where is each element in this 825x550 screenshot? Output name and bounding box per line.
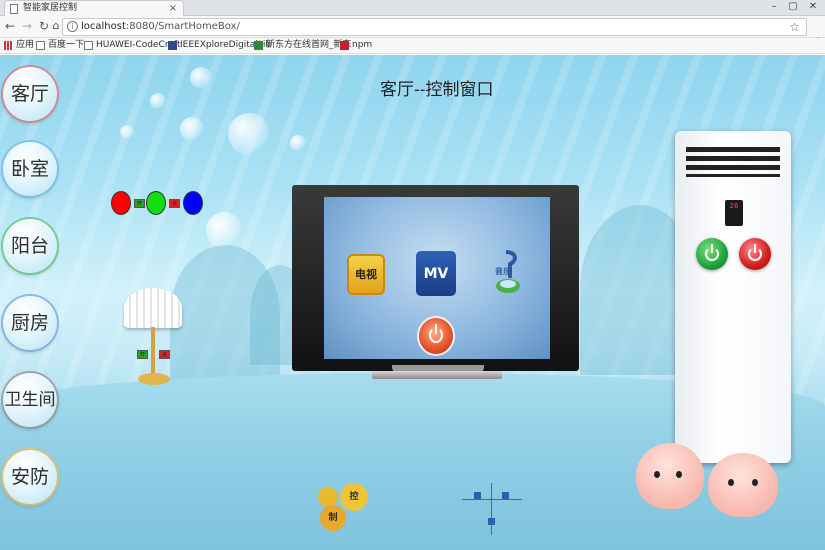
address-bar: ← → ↻ ⌂ i localhost:8080/SmartHomeBox/ ☆… — [0, 16, 825, 49]
url-host: localhost — [81, 21, 126, 32]
ac-vent — [686, 165, 780, 170]
info-icon[interactable]: i — [67, 21, 78, 32]
url-path: :8080/SmartHomeBox/ — [125, 21, 240, 32]
close-tab-icon[interactable]: × — [169, 1, 177, 16]
browser-tab[interactable]: 智能家居控制 × — [4, 0, 184, 16]
room-button-bedroom[interactable]: 卧室 — [3, 142, 57, 196]
npm-icon — [340, 41, 349, 50]
home-icon[interactable]: ⌂ — [49, 19, 63, 33]
back-icon[interactable]: ← — [3, 19, 17, 33]
document-icon — [10, 4, 18, 14]
green-light — [146, 191, 166, 215]
close-window-icon[interactable]: ✕ — [804, 0, 822, 14]
red-light — [111, 191, 131, 215]
bubble — [150, 93, 166, 109]
maximize-icon[interactable]: ▢ — [784, 0, 802, 14]
browser-tab-strip: 智能家居控制 × – ▢ ✕ — [0, 0, 825, 16]
gear-manage-button[interactable]: 制 — [320, 505, 346, 531]
bubble — [290, 135, 306, 151]
bubble — [190, 67, 212, 89]
ac-vent — [686, 156, 780, 161]
bookmark-apps[interactable]: 应用 — [4, 38, 34, 53]
tv-power-button[interactable] — [419, 318, 453, 354]
octopus-mascot — [708, 453, 778, 517]
mv-app-icon[interactable]: MV — [416, 251, 456, 296]
gear-control-button[interactable]: 控 — [340, 483, 368, 511]
ac-display: 26 — [725, 200, 743, 226]
room-button-bathroom[interactable]: 卫生间 — [3, 373, 57, 427]
bookmark-baidu[interactable]: 百度一下 — [36, 38, 84, 53]
ac-vent — [686, 174, 780, 177]
apps-grid-icon — [4, 41, 13, 50]
tab-title: 智能家居控制 — [23, 3, 78, 13]
document-icon — [84, 41, 93, 50]
dir-right-button[interactable] — [502, 492, 509, 499]
blue-light — [183, 191, 203, 215]
air-conditioner — [675, 131, 791, 463]
ieee-icon — [168, 41, 177, 50]
room-button-security[interactable]: 安防 — [3, 450, 57, 504]
page-title: 客厅--控制窗口 — [380, 80, 494, 100]
dir-down-button[interactable] — [488, 518, 495, 525]
lamp-off-button[interactable]: 关 — [159, 350, 170, 359]
octopus-mascot — [636, 443, 704, 509]
bookmark-npm[interactable]: npm — [340, 38, 372, 53]
minimize-icon[interactable]: – — [765, 0, 783, 14]
xdf-icon — [254, 41, 263, 50]
bubble — [206, 212, 242, 248]
bubble — [120, 125, 134, 139]
music-app-icon[interactable]: 音乐 — [492, 248, 524, 296]
light-off-button[interactable]: 关 — [169, 199, 180, 208]
lamp-shade — [124, 288, 182, 328]
url-input[interactable]: i localhost:8080/SmartHomeBox/ ☆ — [62, 18, 807, 36]
ac-on-button[interactable] — [696, 238, 728, 270]
direction-pad — [462, 483, 522, 539]
room-button-balcony[interactable]: 阳台 — [3, 219, 57, 273]
smart-home-scene: 客厅 卧室 阳台 厨房 卫生间 安防 客厅--控制窗口 开 关 开 关 电视 M… — [0, 55, 825, 550]
tv-app-icon[interactable]: 电视 — [347, 254, 385, 295]
bubble — [180, 117, 204, 141]
light-on-button[interactable]: 开 — [134, 199, 145, 208]
bubble — [228, 113, 270, 155]
ac-off-button[interactable] — [739, 238, 771, 270]
bookmark-xdf[interactable]: 新东方在线首网_新东 — [254, 38, 352, 53]
tv-stand — [372, 371, 502, 379]
lamp-on-button[interactable]: 开 — [137, 350, 148, 359]
bookmark-star-icon[interactable]: ☆ — [789, 19, 800, 35]
room-button-living-room[interactable]: 客厅 — [3, 67, 57, 121]
room-button-kitchen[interactable]: 厨房 — [3, 296, 57, 350]
document-icon — [36, 41, 45, 50]
lamp-pole — [151, 327, 155, 377]
music-app-label: 音乐 — [495, 267, 511, 276]
lamp-base — [138, 373, 170, 385]
gear-icon[interactable] — [318, 487, 338, 507]
bookmarks-bar: 应用 百度一下 HUAWEI-CodeCraft IEEEXploreDigit… — [0, 38, 825, 54]
forward-icon[interactable]: → — [20, 19, 34, 33]
ac-vent — [686, 147, 780, 152]
bookmark-huawei[interactable]: HUAWEI-CodeCraft — [84, 38, 181, 53]
dir-left-button[interactable] — [474, 492, 481, 499]
